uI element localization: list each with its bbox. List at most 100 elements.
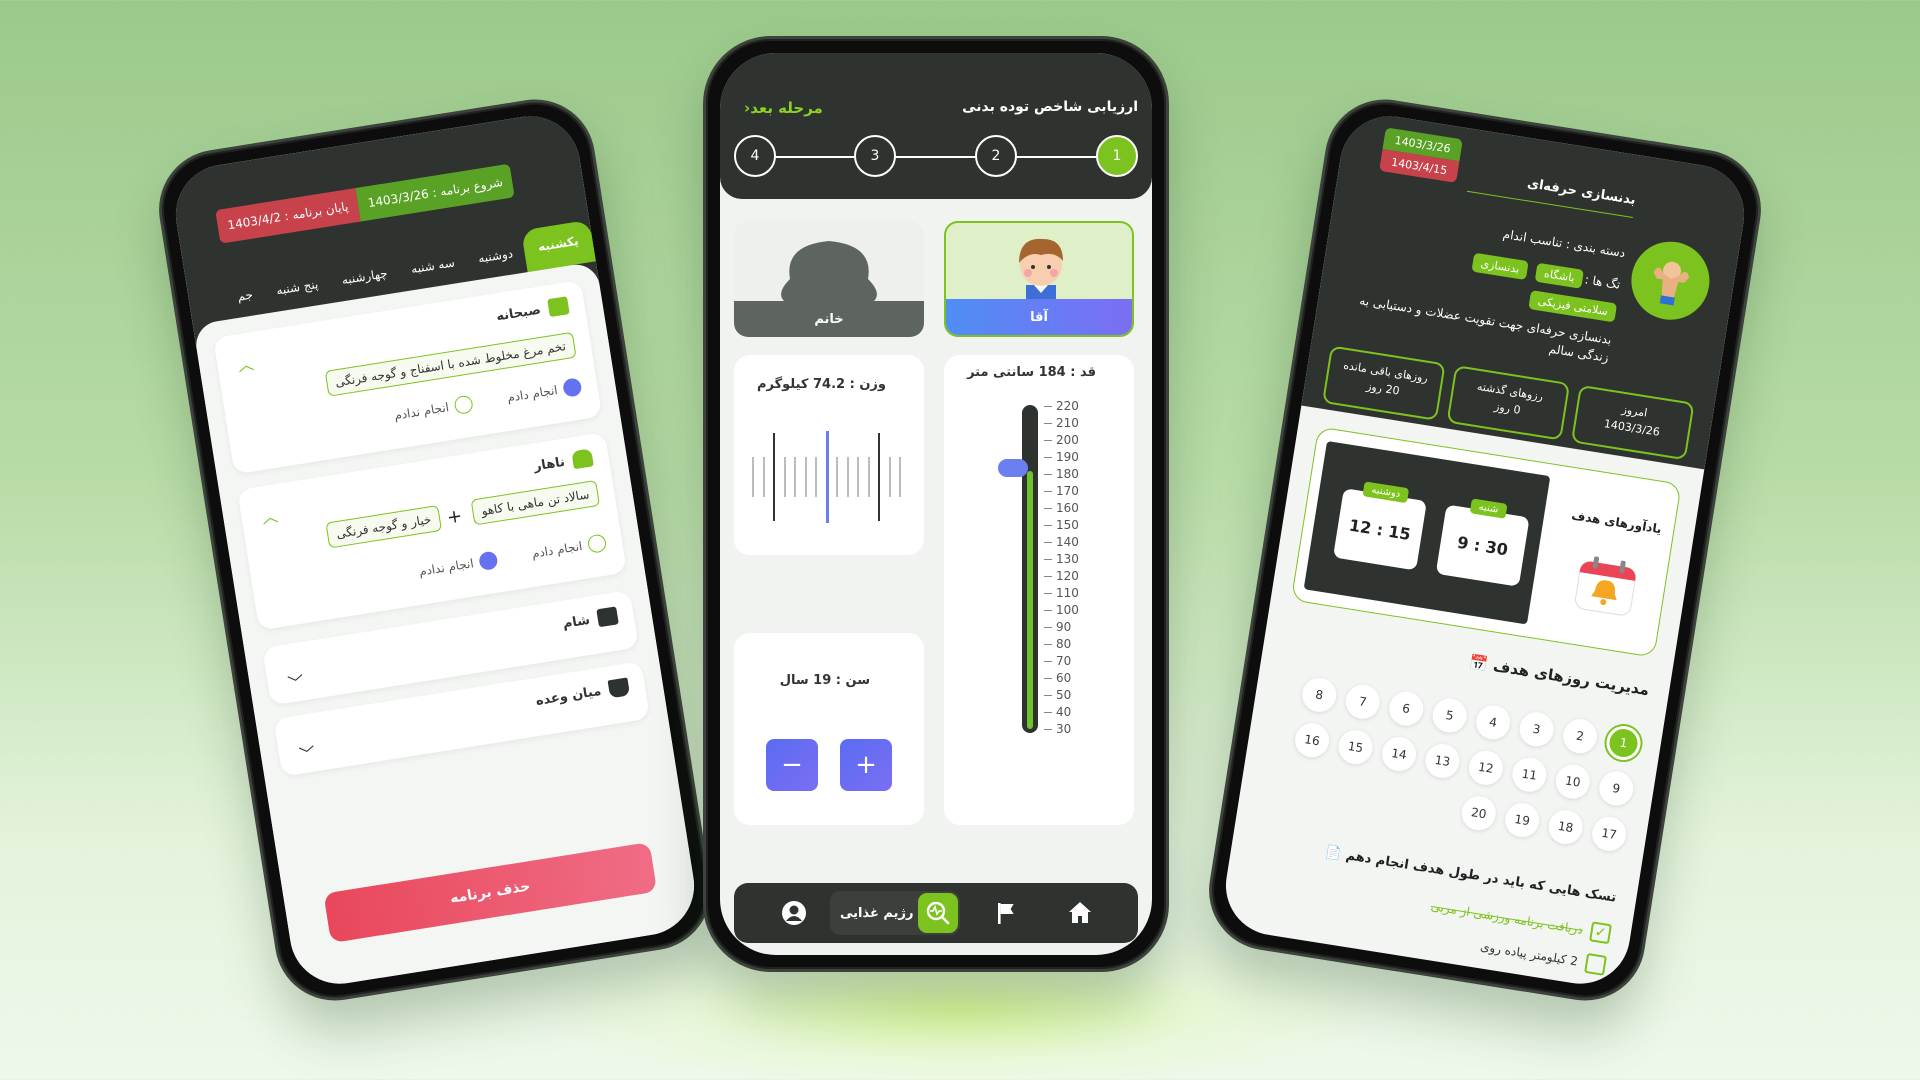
burger-icon bbox=[571, 448, 594, 470]
day-button[interactable]: 13 bbox=[1423, 741, 1462, 781]
task-item[interactable]: ✓ دریافت برنامه ورزشی از مربی bbox=[1429, 896, 1612, 945]
weight-tick bbox=[836, 457, 838, 497]
gender-male-card[interactable]: آقا bbox=[944, 221, 1134, 337]
weight-label: وزن : 74.2 کیلوگرم bbox=[756, 377, 886, 392]
height-tick-label: 130 bbox=[1044, 552, 1079, 566]
weight-ruler[interactable] bbox=[748, 431, 908, 523]
age-label: سن : 19 سال bbox=[779, 673, 870, 688]
age-card: سن : 19 سال − + bbox=[734, 633, 924, 825]
weight-tick bbox=[815, 457, 817, 497]
day-button[interactable]: 19 bbox=[1502, 800, 1542, 840]
radio-label: انجام ندادم bbox=[393, 400, 450, 423]
day-button[interactable]: 18 bbox=[1546, 807, 1586, 847]
document-icon: 📄 bbox=[1324, 844, 1343, 863]
height-slider-handle[interactable] bbox=[998, 459, 1028, 477]
stepper: 4 3 2 1 bbox=[720, 135, 1152, 181]
height-tick-label: 120 bbox=[1044, 569, 1079, 583]
height-card: قد : 184 سانتی متر 220 210 200 190 180 170 160… bbox=[944, 355, 1134, 825]
age-decrease-button[interactable]: − bbox=[766, 739, 818, 791]
height-tick-label: 160 bbox=[1044, 501, 1079, 515]
reminder-day: دوشنبه bbox=[1362, 481, 1410, 504]
radio-not-done[interactable]: انجام ندادم bbox=[418, 550, 499, 580]
meal-title: صبحانه bbox=[495, 302, 542, 325]
day-button[interactable]: 4 bbox=[1473, 702, 1513, 742]
weight-tick bbox=[888, 457, 891, 497]
weight-tick bbox=[773, 433, 775, 521]
day-button[interactable]: 12 bbox=[1466, 748, 1506, 788]
reminder-time: 12 : 15 bbox=[1347, 515, 1413, 545]
radio-not-done[interactable]: انجام ندادم bbox=[393, 394, 474, 424]
step-2[interactable]: 2 bbox=[975, 135, 1017, 177]
task-item[interactable]: 2 کیلومتر پیاده روی bbox=[1479, 936, 1607, 976]
height-slider-track[interactable] bbox=[1022, 405, 1038, 733]
tag-chip[interactable]: بدنسازی bbox=[1471, 252, 1529, 281]
chevron-down-icon[interactable]: ﹀ bbox=[297, 739, 317, 765]
reminder-card[interactable]: شنبه 9 : 30 bbox=[1435, 498, 1530, 587]
day-button[interactable]: 1 bbox=[1604, 723, 1643, 763]
plus-sign: + bbox=[445, 505, 464, 529]
bodybuilder-icon bbox=[1653, 261, 1690, 306]
goal-reminders: یادآورهای هدف شنبه 9 : 30 دوشنبه 12 : 15 bbox=[1290, 426, 1682, 658]
day-button[interactable]: 17 bbox=[1589, 814, 1629, 854]
bmi-screen: ارزیابی شاخص توده بدنی مرحله بعد‹ 4 3 2 … bbox=[720, 53, 1152, 955]
height-slider-fill bbox=[1027, 471, 1033, 729]
day-button[interactable]: 8 bbox=[1299, 675, 1339, 715]
step-1[interactable]: 1 bbox=[1096, 135, 1138, 177]
meal-item-chip: سالاد تن ماهی با کاهو bbox=[470, 479, 601, 526]
step-4[interactable]: 4 bbox=[734, 135, 776, 177]
bmi-header: ارزیابی شاخص توده بدنی مرحله بعد‹ 4 3 2 … bbox=[720, 53, 1152, 199]
day-button[interactable]: 11 bbox=[1509, 755, 1549, 795]
chevron-down-icon[interactable]: ﹀ bbox=[286, 668, 306, 694]
day-button[interactable]: 2 bbox=[1560, 716, 1600, 756]
height-scale: 220 210 200 190 180 170 160 150 140 130 120 110 100 9… bbox=[1044, 399, 1100, 739]
height-tick-label: 180 bbox=[1044, 467, 1079, 481]
day-button[interactable]: 15 bbox=[1336, 727, 1376, 767]
radio-done[interactable]: انجام دادم bbox=[506, 377, 583, 406]
profile-icon[interactable] bbox=[778, 897, 810, 929]
radio-off-icon bbox=[453, 394, 474, 416]
day-button[interactable]: 7 bbox=[1343, 682, 1383, 722]
days-title-text: مدیریت روزهای هدف bbox=[1491, 656, 1651, 700]
reminder-card[interactable]: دوشنبه 12 : 15 bbox=[1332, 481, 1427, 571]
breakfast-icon bbox=[547, 296, 570, 318]
home-icon[interactable] bbox=[1064, 897, 1096, 929]
task-label: دریافت برنامه ورزشی از مربی bbox=[1429, 899, 1584, 937]
cup-icon bbox=[607, 677, 631, 699]
day-button[interactable]: 14 bbox=[1379, 734, 1419, 774]
days-title: مدیریت روزهای هدف 📅 bbox=[1468, 653, 1650, 699]
flag-icon[interactable] bbox=[990, 897, 1022, 929]
next-step-button[interactable]: مرحله بعد‹ bbox=[740, 99, 823, 117]
gender-female-card[interactable]: خانم bbox=[734, 221, 924, 337]
program-start-date: شروع برنامه : 1403/3/26 bbox=[355, 163, 516, 222]
tag-chip[interactable]: سلامتی فیزیکی bbox=[1528, 290, 1618, 323]
age-increase-button[interactable]: + bbox=[840, 739, 892, 791]
radio-on-icon bbox=[478, 550, 499, 572]
radio-done[interactable]: انجام دادم bbox=[531, 533, 608, 562]
tag-chip[interactable]: باشگاه bbox=[1534, 262, 1585, 289]
day-button[interactable]: 6 bbox=[1386, 689, 1426, 729]
goal-header: 1403/3/26 1403/4/15 بدنسازی حرفه‌ای دسته… bbox=[1301, 109, 1752, 470]
day-button[interactable]: 20 bbox=[1459, 793, 1499, 833]
goal-details-screen: 1403/3/26 1403/4/15 بدنسازی حرفه‌ای دسته… bbox=[1218, 109, 1752, 991]
diet-search-icon bbox=[918, 893, 958, 933]
chevron-up-icon[interactable]: ︿ bbox=[236, 350, 256, 376]
day-button[interactable]: 5 bbox=[1430, 696, 1470, 735]
step-3[interactable]: 3 bbox=[854, 135, 896, 177]
chevron-up-icon[interactable]: ︿ bbox=[260, 502, 280, 528]
checkbox-icon[interactable] bbox=[1584, 952, 1607, 976]
weight-tick bbox=[804, 457, 807, 497]
day-button[interactable]: 9 bbox=[1596, 769, 1636, 808]
next-step-label: مرحله بعد bbox=[750, 99, 823, 117]
phone-goal-details: 1403/3/26 1403/4/15 بدنسازی حرفه‌ای دسته… bbox=[1200, 90, 1770, 1010]
task-label: 2 کیلومتر پیاده روی bbox=[1479, 939, 1579, 969]
height-tick-label: 210 bbox=[1044, 416, 1079, 430]
calendar-icon: 📅 bbox=[1468, 653, 1490, 674]
nav-diet-active[interactable]: رژیم غذایی bbox=[830, 891, 960, 935]
day-button[interactable]: 3 bbox=[1517, 709, 1557, 749]
day-button[interactable]: 16 bbox=[1292, 720, 1332, 760]
tab-sunday[interactable]: یکشنبه bbox=[521, 219, 596, 273]
checkbox-checked-icon[interactable]: ✓ bbox=[1589, 921, 1612, 945]
radio-on-icon bbox=[561, 377, 583, 398]
day-button[interactable]: 10 bbox=[1553, 762, 1593, 802]
reminders-title: یادآورهای هدف bbox=[1570, 508, 1663, 537]
